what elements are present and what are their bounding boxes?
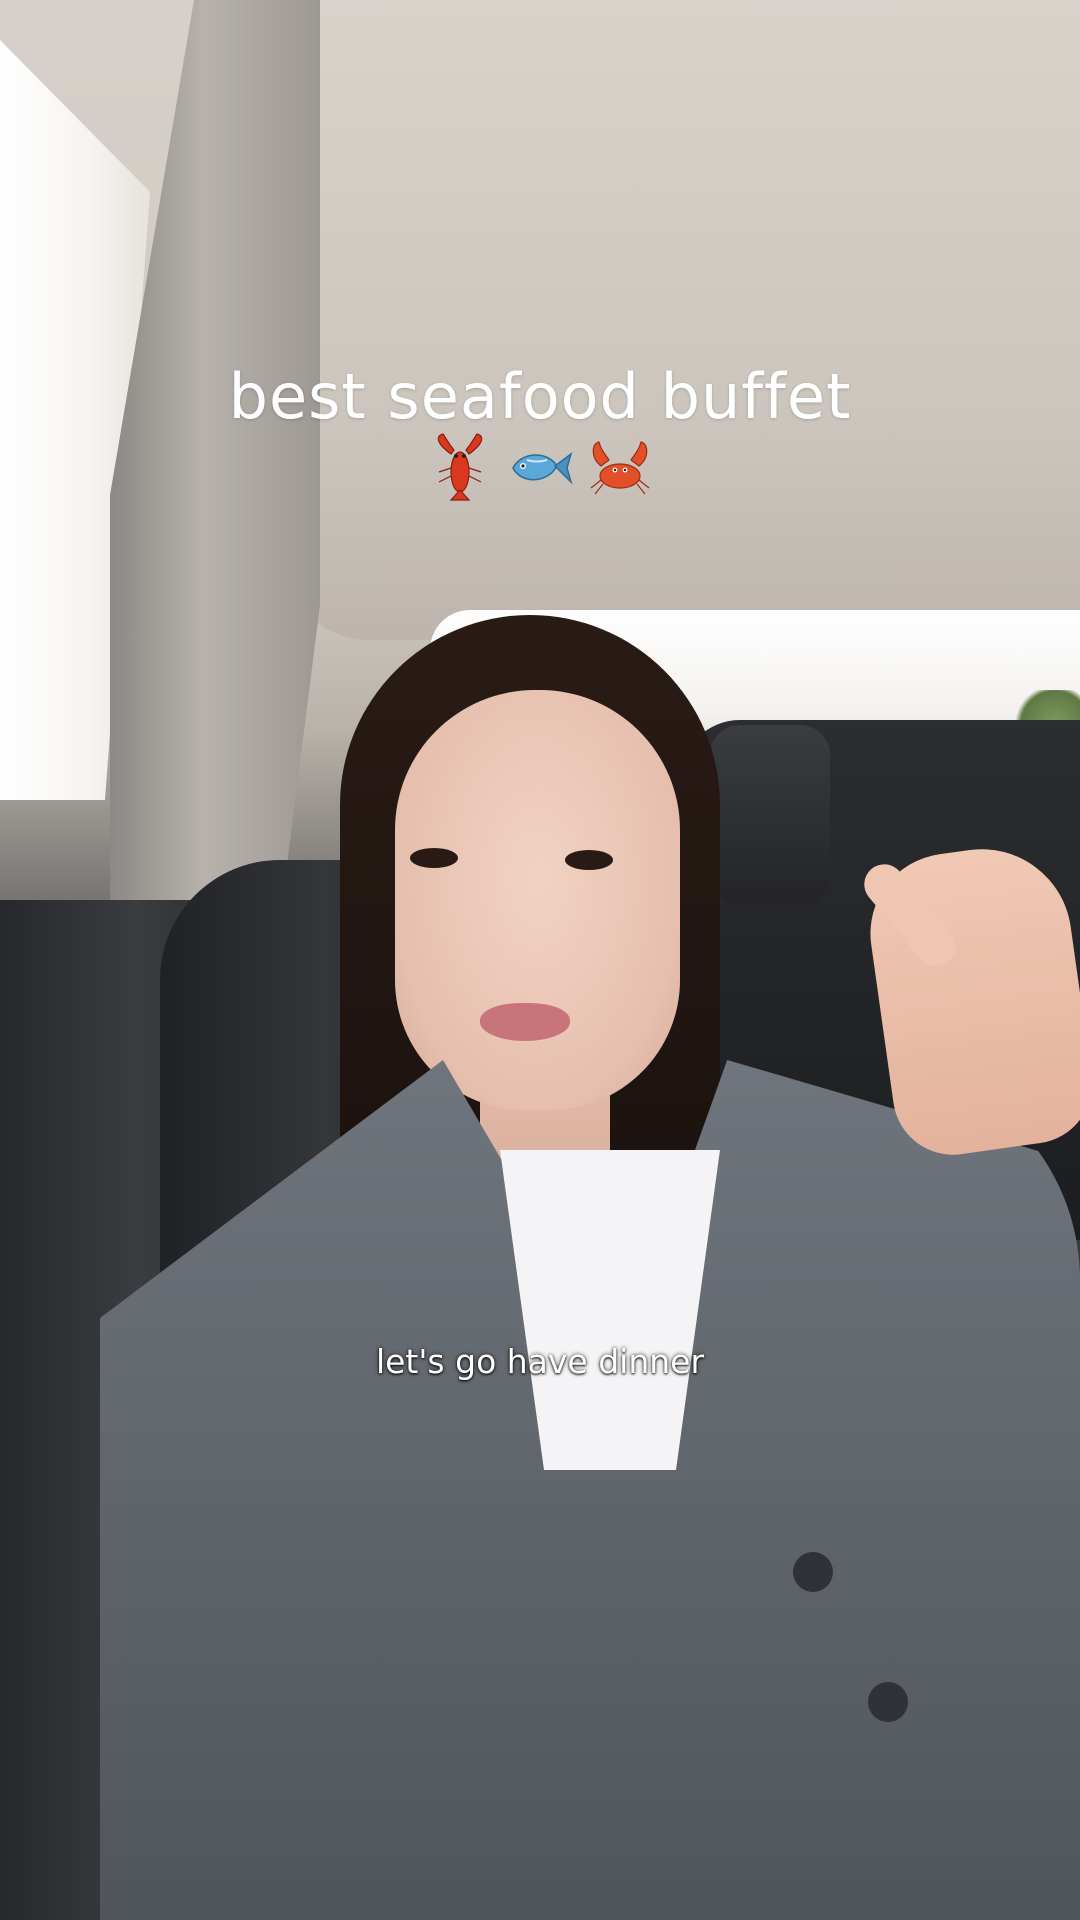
video-frame: best seafood buffet let's go have dinner [0,0,1080,1920]
subtitle-caption: let's go have dinner [375,1342,705,1381]
person-mouth [480,1003,570,1041]
car-headliner [280,0,1080,640]
headrest [710,725,830,905]
cardigan-button [793,1552,833,1592]
video-title: best seafood buffet [228,360,852,433]
lobster-icon [437,433,483,501]
emoji-row [0,432,1080,502]
fish-icon [512,452,573,485]
person-eye-right [565,850,613,870]
person-face [395,690,680,1110]
person-eye-left [410,848,458,868]
crab-icon [590,441,650,495]
cardigan-button [868,1682,908,1722]
